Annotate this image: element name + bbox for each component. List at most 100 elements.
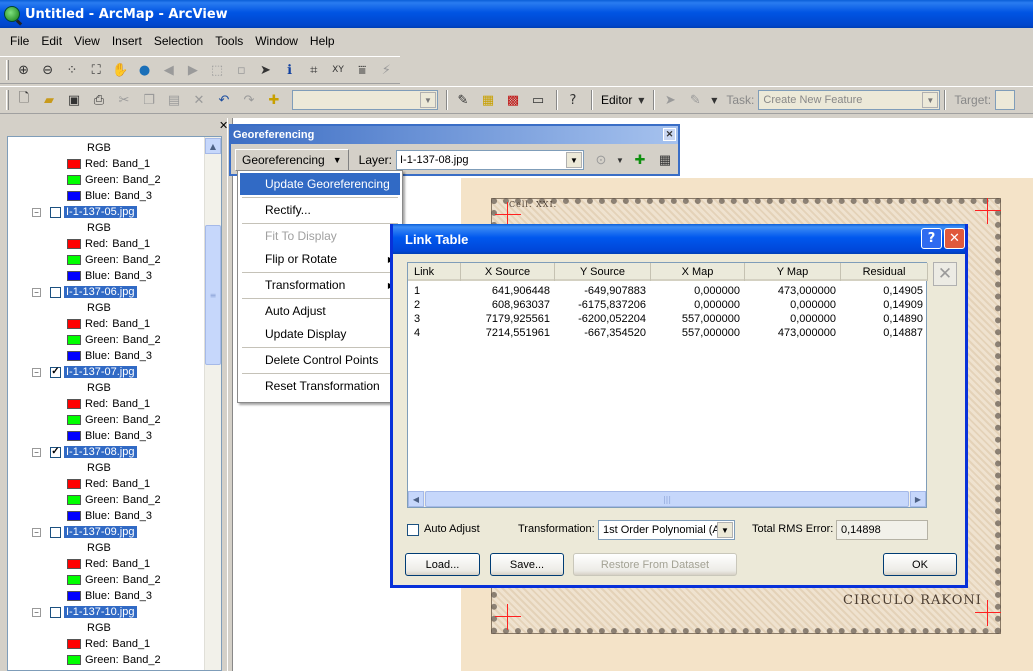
layer-visibility-checkbox[interactable]	[50, 606, 61, 618]
delete-link-button[interactable]: ✕	[933, 262, 957, 286]
transformation-select[interactable]: 1st Order Polynomial (Af ▼	[598, 520, 735, 540]
scroll-right-arrow-icon[interactable]: ▶	[910, 491, 926, 507]
layer-visibility-checkbox[interactable]: ✓	[50, 366, 61, 378]
command-line-icon[interactable]: ▭	[527, 89, 549, 111]
fixed-zoom-out-icon[interactable]: ⛶	[86, 59, 107, 81]
menu-tools[interactable]: Tools	[209, 32, 249, 50]
chevron-down-icon[interactable]: ▼	[566, 152, 582, 168]
restore-from-dataset-button[interactable]: Restore From Dataset	[573, 553, 737, 576]
layer-name[interactable]: I-1-137-07.jpg	[64, 366, 137, 378]
chevron-down-icon[interactable]: ▼	[717, 522, 733, 538]
menu-item-auto-adjust[interactable]: Auto Adjust	[240, 300, 400, 322]
ok-button[interactable]: OK	[883, 553, 957, 576]
layer-visibility-checkbox[interactable]	[50, 286, 61, 298]
column-header[interactable]: X Source	[461, 263, 555, 281]
go-to-xy-icon[interactable]: XY	[327, 59, 348, 81]
menu-help[interactable]: Help	[304, 32, 341, 50]
open-folder-icon[interactable]: ▰	[38, 89, 60, 111]
toc-layer-row[interactable]: − I-1-137-06.jpg	[32, 284, 137, 300]
close-icon[interactable]: ✕	[944, 228, 965, 249]
rotate-icon[interactable]: ⊙	[590, 149, 612, 171]
window-title-bar[interactable]: Untitled - ArcMap - ArcView	[0, 0, 1033, 28]
toc-layer-row[interactable]: − I-1-137-09.jpg	[32, 524, 137, 540]
link-table-title-bar[interactable]: Link Table	[393, 224, 965, 254]
column-header[interactable]: X Map	[651, 263, 745, 281]
toolbar-grip[interactable]	[6, 90, 9, 110]
layer-name[interactable]: I-1-137-06.jpg	[64, 286, 137, 298]
georeferencing-menu-button[interactable]: Georeferencing ▼	[235, 149, 349, 171]
column-header[interactable]: Residual	[841, 263, 928, 281]
redo-icon[interactable]: ↷	[238, 89, 260, 111]
menu-file[interactable]: File	[4, 32, 35, 50]
toc-layer-row[interactable]: − ✓ I-1-137-07.jpg	[32, 364, 137, 380]
pan-hand-icon[interactable]: ✋	[110, 59, 131, 81]
load-button[interactable]: Load...	[405, 553, 480, 576]
scroll-thumb[interactable]: ≡	[205, 225, 221, 365]
whats-this-help-icon[interactable]: ?	[562, 89, 584, 111]
target-combo[interactable]	[995, 90, 1016, 110]
scroll-up-arrow-icon[interactable]: ▲	[205, 138, 221, 154]
task-combo[interactable]: Create New Feature ▼	[758, 90, 941, 110]
georeferencing-title-bar[interactable]: Georeferencing ✕	[231, 126, 678, 144]
fixed-zoom-in-icon[interactable]: ⁘	[61, 59, 82, 81]
add-data-icon[interactable]: ✚	[263, 89, 285, 111]
zoom-in-icon[interactable]: ⊕	[13, 59, 34, 81]
back-arrow-icon[interactable]: ◀	[158, 59, 179, 81]
menu-item-update-georeferencing[interactable]: Update Georeferencing	[240, 173, 400, 195]
toc-layer-row[interactable]: − ✓ I-1-137-08.jpg	[32, 444, 137, 460]
toc-layer-row[interactable]: − I-1-137-05.jpg	[32, 204, 137, 220]
layer-name[interactable]: I-1-137-10.jpg	[64, 606, 137, 618]
table-row[interactable]: 1 641,906448 -649,907883 0,000000 473,000000…	[408, 285, 928, 299]
cut-scissors-icon[interactable]: ✂	[113, 89, 135, 111]
measure-icon[interactable]: ⩸	[352, 59, 373, 81]
new-document-icon[interactable]: 🗋	[13, 89, 35, 111]
collapse-icon[interactable]: −	[32, 447, 41, 457]
layer-name[interactable]: I-1-137-05.jpg	[64, 206, 137, 218]
auto-adjust-checkbox[interactable]	[407, 524, 419, 536]
edit-tool-arrow-icon[interactable]: ➤	[659, 89, 681, 111]
link-table-grid[interactable]: Link X Source Y Source X Map Y Map Residual 1…	[407, 262, 928, 508]
hyperlink-bolt-icon[interactable]: ⚡	[376, 59, 397, 81]
control-point-marker[interactable]	[975, 198, 1001, 224]
save-button[interactable]: Save...	[490, 553, 564, 576]
collapse-icon[interactable]: −	[32, 367, 41, 377]
editor-toolbar-icon[interactable]: ✎	[452, 89, 474, 111]
map-scale-combo[interactable]: ▼	[292, 90, 438, 110]
select-elements-arrow-icon[interactable]: ➤	[255, 59, 276, 81]
control-point-marker[interactable]	[495, 604, 521, 630]
menu-item-flip-or-rotate[interactable]: Flip or Rotate▶	[240, 248, 400, 270]
menu-item-rectify[interactable]: Rectify...	[240, 199, 400, 221]
collapse-icon[interactable]: −	[32, 207, 41, 217]
arccatalog-icon[interactable]: ▦	[477, 89, 499, 111]
menu-item-delete-control-points[interactable]: Delete Control Points	[240, 349, 400, 371]
layer-visibility-checkbox[interactable]	[50, 526, 61, 538]
layer-name[interactable]: I-1-137-08.jpg	[64, 446, 137, 458]
column-header[interactable]: Y Source	[555, 263, 651, 281]
delete-x-icon[interactable]: ✕	[188, 89, 210, 111]
toc-layer-row[interactable]: − I-1-137-10.jpg	[32, 604, 137, 620]
copy-icon[interactable]: ❐	[138, 89, 160, 111]
scroll-thumb[interactable]: |||	[425, 491, 909, 507]
menu-selection[interactable]: Selection	[148, 32, 209, 50]
paste-icon[interactable]: ▤	[163, 89, 185, 111]
control-point-marker[interactable]	[975, 600, 1001, 626]
menu-item-fit-to-display[interactable]: Fit To Display	[240, 225, 400, 247]
undo-icon[interactable]: ↶	[213, 89, 235, 111]
print-icon[interactable]: ⎙	[88, 89, 110, 111]
forward-arrow-icon[interactable]: ▶	[182, 59, 203, 81]
layer-visibility-checkbox[interactable]: ✓	[50, 446, 61, 458]
chevron-down-icon[interactable]: ▼	[615, 149, 625, 171]
find-binoculars-icon[interactable]: ⌗	[303, 59, 324, 81]
scroll-left-arrow-icon[interactable]: ◀	[408, 491, 424, 507]
arctoolbox-icon[interactable]: ▩	[502, 89, 524, 111]
table-of-contents[interactable]: RGB Red: Band_1 Green: Band_2 Blue: Band_3− I-1…	[7, 136, 222, 671]
zoom-out-icon[interactable]: ⊖	[37, 59, 58, 81]
editor-menu-button[interactable]: Editor	[601, 93, 632, 107]
menu-item-reset-transformation[interactable]: Reset Transformation	[240, 375, 400, 397]
layer-visibility-checkbox[interactable]	[50, 206, 61, 218]
clear-selection-icon[interactable]: ▫	[231, 59, 252, 81]
identify-icon[interactable]: ℹ	[279, 59, 300, 81]
layer-name[interactable]: I-1-137-09.jpg	[64, 526, 137, 538]
save-disk-icon[interactable]: ▣	[63, 89, 85, 111]
layer-select[interactable]: I-1-137-08.jpg ▼	[396, 150, 584, 170]
